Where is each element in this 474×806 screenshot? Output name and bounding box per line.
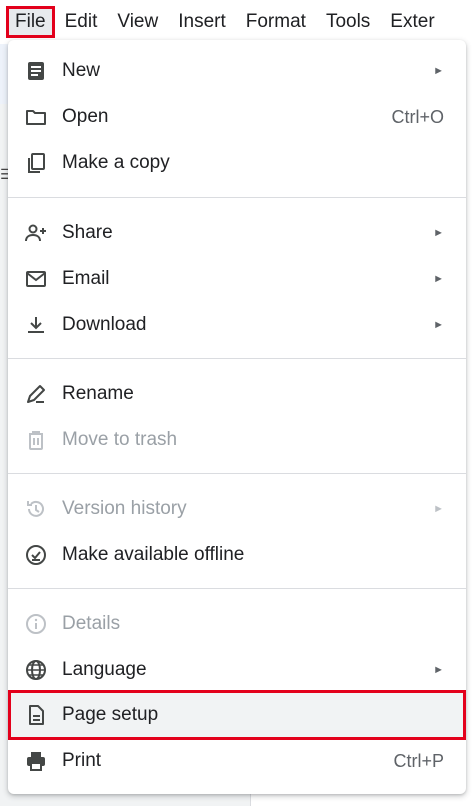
menu-item-email[interactable]: Email ► [8,256,466,302]
menu-item-label: Version history [62,498,187,519]
menu-item-label: Make a copy [62,152,170,173]
menu-item-label: Make available offline [62,544,245,565]
menu-format[interactable]: Format [236,6,316,38]
menu-item-label: Rename [62,383,134,404]
globe-icon [22,656,50,684]
menu-edit[interactable]: Edit [55,6,108,38]
menu-item-make-copy[interactable]: Make a copy [8,140,466,186]
menu-file[interactable]: File [6,6,55,38]
copy-icon [22,149,50,177]
mail-icon [22,265,50,293]
menu-item-language[interactable]: Language ► [8,647,466,693]
menu-item-details[interactable]: Details [8,601,466,647]
menu-item-label: Open [62,106,109,127]
submenu-arrow-icon: ► [433,227,444,239]
offline-check-icon [22,541,50,569]
rename-icon [22,380,50,408]
submenu-arrow-icon: ► [433,664,444,676]
menu-item-print[interactable]: Print Ctrl+P [8,738,466,784]
menu-extensions[interactable]: Exter [380,6,444,38]
menu-divider [8,473,466,474]
document-icon [22,57,50,85]
submenu-arrow-icon: ► [433,503,444,515]
menu-divider [8,588,466,589]
print-icon [22,747,50,775]
menu-divider [8,358,466,359]
page-icon [22,701,50,729]
info-icon [22,610,50,638]
submenu-arrow-icon: ► [433,319,444,331]
menu-item-label: Email [62,268,110,289]
menu-item-label: Share [62,222,113,243]
menu-insert[interactable]: Insert [168,6,236,38]
menu-divider [8,197,466,198]
submenu-arrow-icon: ► [433,65,444,77]
file-menu: New ► Open Ctrl+O Make a copy Share ► Em… [8,40,466,794]
menu-item-open[interactable]: Open Ctrl+O [8,94,466,140]
menu-item-label: New [62,60,101,81]
submenu-arrow-icon: ► [433,273,444,285]
folder-icon [22,103,50,131]
person-add-icon [22,219,50,247]
outline-icon: ☰ [0,166,13,182]
menu-item-new[interactable]: New ► [8,48,466,94]
menu-item-label: Download [62,314,147,335]
shortcut-text: Ctrl+O [391,106,444,127]
menu-item-label: Move to trash [62,429,178,450]
menu-item-label: Details [62,613,121,634]
menubar: File Edit View Insert Format Tools Exter [0,0,474,44]
menu-item-page-setup[interactable]: Page setup [8,692,466,738]
menu-item-make-available-offline[interactable]: Make available offline [8,532,466,578]
trash-icon [22,426,50,454]
menu-item-label: Language [62,659,147,680]
download-icon [22,311,50,339]
menu-item-label: Page setup [62,704,159,725]
menu-tools[interactable]: Tools [316,6,380,38]
menu-item-download[interactable]: Download ► [8,302,466,348]
history-icon [22,495,50,523]
menu-item-version-history[interactable]: Version history ► [8,486,466,532]
menu-view[interactable]: View [107,6,168,38]
shortcut-text: Ctrl+P [393,750,444,771]
menu-item-share[interactable]: Share ► [8,210,466,256]
menu-item-rename[interactable]: Rename [8,371,466,417]
menu-item-move-to-trash[interactable]: Move to trash [8,417,466,463]
menu-item-label: Print [62,750,102,771]
